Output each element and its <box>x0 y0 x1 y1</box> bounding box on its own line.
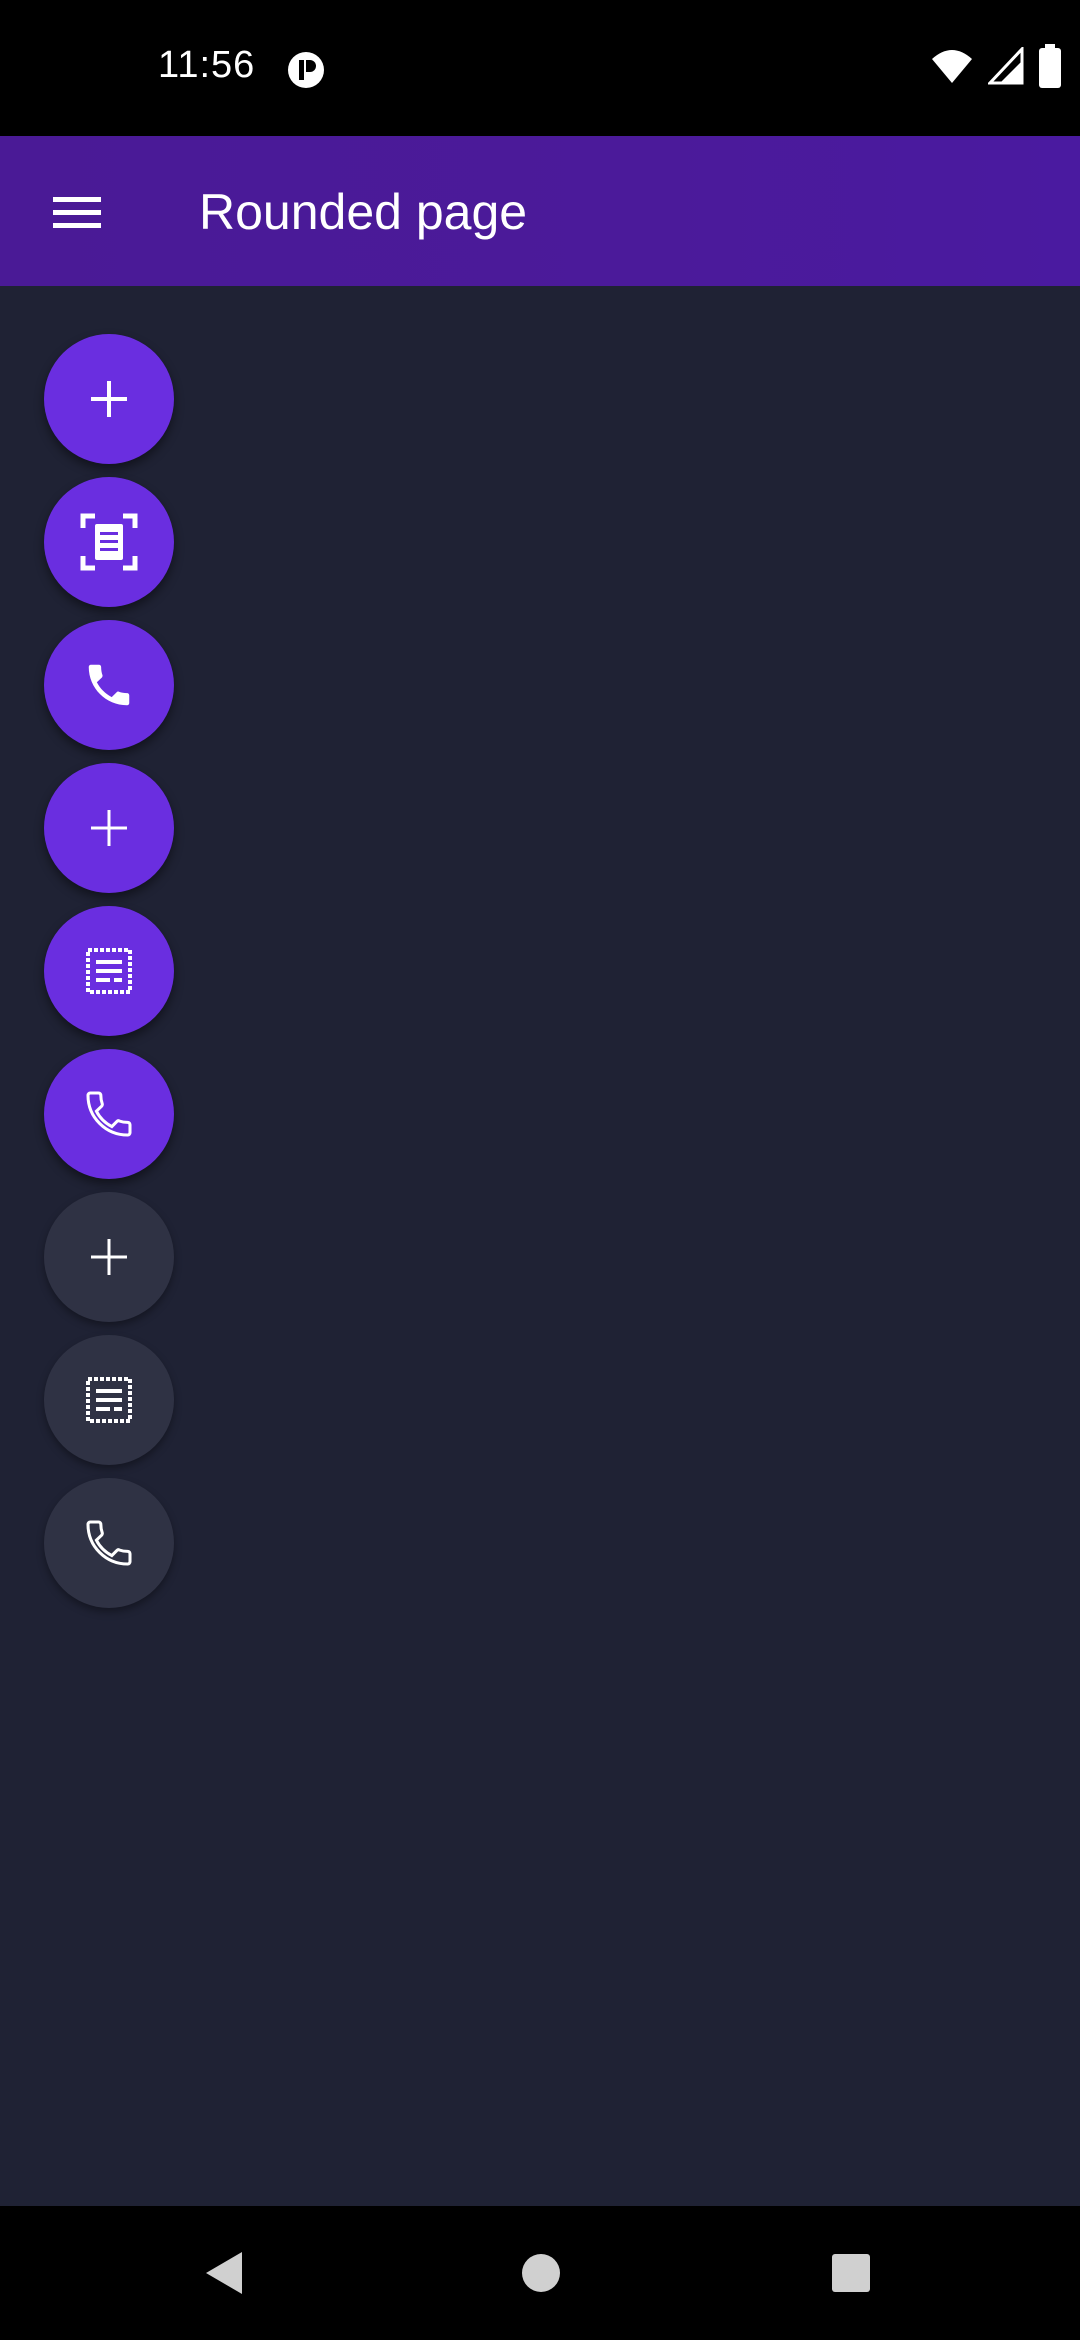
home-button[interactable] <box>520 2252 562 2299</box>
menu-button[interactable] <box>30 174 126 252</box>
status-time: 11:56 <box>158 44 256 86</box>
call-fab-button[interactable] <box>44 1049 174 1179</box>
call-fab-button[interactable] <box>44 1478 174 1608</box>
add-fab-button[interactable] <box>44 1192 174 1322</box>
cellular-signal-icon <box>986 44 1024 90</box>
system-navigation-bar <box>0 2206 1080 2340</box>
back-button[interactable] <box>202 2250 246 2301</box>
home-icon <box>522 2254 560 2292</box>
receipt-fab-button[interactable] <box>44 906 174 1036</box>
app-notification-icon <box>286 50 326 90</box>
add-fab-button[interactable] <box>44 763 174 893</box>
back-icon <box>206 2252 242 2294</box>
receipt-icon <box>86 1377 132 1423</box>
scan-document-fab-button[interactable] <box>44 477 174 607</box>
page-title: Rounded page <box>199 184 528 240</box>
battery-icon <box>1038 43 1062 93</box>
phone-icon <box>86 1520 132 1566</box>
recents-icon <box>832 2254 870 2292</box>
document-scanner-icon <box>80 513 138 571</box>
wifi-icon <box>930 47 974 90</box>
receipt-icon <box>86 948 132 994</box>
phone-icon <box>88 664 130 706</box>
main-content <box>0 286 1080 2206</box>
phone-icon <box>86 1091 132 1137</box>
plus-icon <box>91 1239 127 1275</box>
receipt-fab-button[interactable] <box>44 1335 174 1465</box>
plus-icon <box>91 381 127 417</box>
hamburger-menu-icon <box>53 197 101 228</box>
top-app-bar: Rounded page <box>0 136 1080 286</box>
status-bar: 11:56 <box>0 0 1080 136</box>
call-fab-button[interactable] <box>44 620 174 750</box>
plus-icon <box>91 810 127 846</box>
status-icons <box>930 43 1062 93</box>
recents-button[interactable] <box>830 2252 872 2299</box>
add-fab-button[interactable] <box>44 334 174 464</box>
